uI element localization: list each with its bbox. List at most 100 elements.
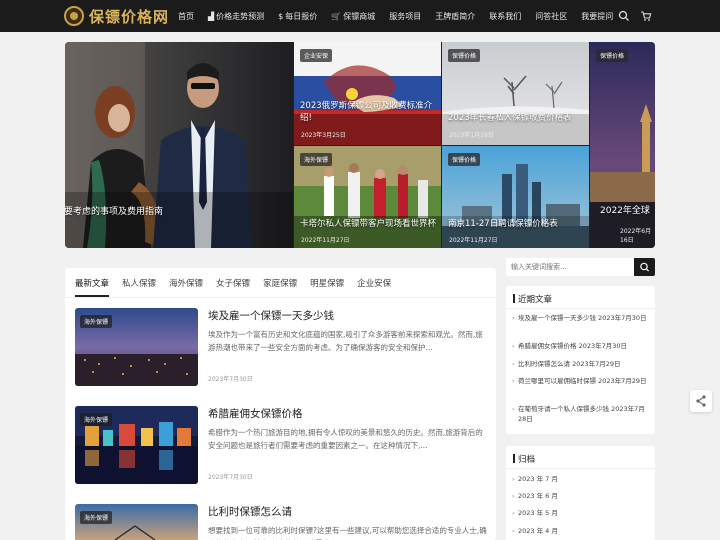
recent-post-link[interactable]: 荷兰哪里可以雇佣临时保镖 2023年7月29日 <box>512 376 648 386</box>
nav-item-price-trend[interactable]: ▟ 价格走势预测 <box>208 11 264 22</box>
slide-caption: 南京11-27日聘请保镖价格表 <box>448 219 558 229</box>
cart-icon: 🛒 <box>331 11 342 21</box>
article-thumbnail[interactable]: 海外保镖 <box>75 308 198 386</box>
article-thumbnail[interactable]: 海外保镖 <box>75 406 198 484</box>
archive-link[interactable]: 2023 年 7 月 <box>512 474 648 484</box>
logo-emblem-icon <box>64 6 84 26</box>
nav-item-about[interactable]: 王牌盾简介 <box>435 11 475 22</box>
slide-photo-city-night <box>590 42 655 248</box>
archive-link[interactable]: 2023 年 5 月 <box>512 508 648 518</box>
recent-post-link[interactable]: 比利时保镖怎么请 2023年7月29日 <box>512 359 648 369</box>
main-nav: 首页 ▟ 价格走势预测 $ 每日报价 🛒 保镖商城 服务项目 王牌盾简介 联系我们 问… <box>178 0 627 32</box>
share-icon <box>696 395 706 407</box>
nav-label: 保镖商城 <box>343 11 376 21</box>
article-date: 2023年7月30日 <box>208 474 253 481</box>
widget-divider <box>506 308 655 309</box>
archive-widget: 归档 2023 年 7 月 2023 年 6 月 2023 年 5 月 2023… <box>506 446 655 540</box>
nav-item-qa[interactable]: 问答社区 <box>535 11 567 22</box>
logo-text: 保镖价格网 <box>89 7 170 26</box>
article-tag[interactable]: 海外保镖 <box>80 511 113 524</box>
nav-label: 王牌盾简介 <box>435 11 476 21</box>
tab-overseas[interactable]: 海外保镖 <box>169 277 203 297</box>
article-excerpt: 希腊作为一个热门旅游目的地,拥有令人惊叹的美景和悠久的历史。然而,旅游背后的安全… <box>208 428 483 450</box>
slide-caption: 需要考虑的事项及费用指南 <box>65 207 164 217</box>
nav-item-contact[interactable]: 联系我们 <box>489 11 521 22</box>
article-item[interactable]: 海外保镖 埃及雇一个保镖一天多少钱 埃及作为一个富有历史和文化底蕴的国家,吸引了… <box>75 308 488 388</box>
article-item[interactable]: 海外保镖 希腊雇佣女保镖价格 希腊作为一个热门旅游目的地,拥有令人惊叹的美景和悠… <box>75 406 488 486</box>
slide-caption: 2023年长春私人保镖收费价格表 <box>448 113 572 123</box>
slide-tag: 保镖价格 <box>596 49 629 62</box>
widget-title: 近期文章 <box>512 294 553 305</box>
slider-tile[interactable]: 保镖价格 2023年长春私人保镖收费价格表 2023年1月19日 <box>442 42 589 145</box>
dollar-icon: $ <box>278 11 284 21</box>
recent-post-link[interactable]: 在葡萄牙请一个私人保镖多少钱 2023年7月28日 <box>512 404 648 424</box>
slide-caption: 2023俄罗斯保镖公司及收费标准介绍! <box>300 101 433 123</box>
recent-post-link[interactable]: 希腊雇佣女保镖价格 2023年7月30日 <box>512 341 648 351</box>
article-title[interactable]: 比利时保镖怎么请 <box>208 504 292 519</box>
slider-tile[interactable]: 保镖价格 2022年全球 2022年6月16日 <box>590 42 655 248</box>
slide-caption: 卡塔尔私人保镖带客户现场看世界杯 <box>300 219 437 229</box>
slide-caption: 2022年全球 <box>600 206 650 216</box>
slider-main-slide[interactable]: 需要考虑的事项及费用指南 <box>65 42 293 248</box>
chart-icon: ▟ <box>208 11 215 21</box>
widget-divider <box>506 468 655 469</box>
slide-date: 2023年3月25日 <box>301 132 346 139</box>
nav-item-daily-quote[interactable]: $ 每日报价 <box>278 11 317 22</box>
article-item[interactable]: 海外保镖 比利时保镖怎么请 想要找到一位可靠的比利时保镖?这里有一些建议,可以帮… <box>75 504 488 540</box>
nav-item-services[interactable]: 服务项目 <box>389 11 421 22</box>
archive-link[interactable]: 2023 年 6 月 <box>512 491 648 501</box>
slide-tag: 海外保镖 <box>300 153 333 166</box>
nav-label: 价格走势预测 <box>216 11 265 21</box>
tab-private[interactable]: 私人保镖 <box>122 277 156 297</box>
site-header: 保镖价格网 首页 ▟ 价格走势预测 $ 每日报价 🛒 保镖商城 服务项目 王牌盾简介 … <box>0 0 720 32</box>
tab-celebrity[interactable]: 明星保镖 <box>310 277 344 297</box>
article-excerpt: 埃及作为一个富有历史和文化底蕴的国家,吸引了众多游客前来探索和观光。然而,旅游热… <box>208 330 483 352</box>
article-date: 2023年7月30日 <box>208 376 253 383</box>
featured-slider: 需要考虑的事项及费用指南 企业安保 2023俄罗斯保镖公司及收费标准介绍! 20… <box>65 42 655 248</box>
recent-posts-widget: 近期文章 埃及雇一个保镖一天多少钱 2023年7月30日 希腊雇佣女保镖价格 2… <box>506 286 655 434</box>
tab-divider <box>65 297 496 298</box>
nav-item-ask[interactable]: 我要提问 <box>581 11 613 22</box>
slider-tile[interactable]: 企业安保 2023俄罗斯保镖公司及收费标准介绍! 2023年3月25日 <box>294 42 441 145</box>
nav-label: 联系我们 <box>489 11 522 21</box>
nav-label: 服务项目 <box>389 11 422 21</box>
slide-date: 2023年1月19日 <box>449 132 494 139</box>
tab-family[interactable]: 家庭保镖 <box>263 277 297 297</box>
recent-post-link[interactable]: 埃及雇一个保镖一天多少钱 2023年7月30日 <box>512 313 648 323</box>
search-box <box>506 258 655 276</box>
nav-label: 我要提问 <box>581 11 614 21</box>
archive-link[interactable]: 2023 年 4 月 <box>512 526 648 536</box>
article-tag[interactable]: 海外保镖 <box>80 413 113 426</box>
nav-label: 每日报价 <box>285 11 318 21</box>
widget-title: 归档 <box>512 454 536 465</box>
tab-female[interactable]: 女子保镖 <box>216 277 250 297</box>
nav-label: 首页 <box>178 11 194 21</box>
nav-item-shop[interactable]: 🛒 保镖商城 <box>331 11 375 22</box>
slide-date: 2022年11月27日 <box>449 237 498 244</box>
article-title[interactable]: 埃及雇一个保镖一天多少钱 <box>208 308 334 323</box>
cart-icon[interactable] <box>640 10 652 22</box>
article-excerpt: 想要找到一位可靠的比利时保镖?这里有一些建议,可以帮助您选择合适的专业人士,确保… <box>208 526 487 540</box>
search-input[interactable] <box>506 258 634 276</box>
article-title[interactable]: 希腊雇佣女保镖价格 <box>208 406 303 421</box>
slide-date: 2022年11月27日 <box>301 237 350 244</box>
nav-label: 问答社区 <box>535 11 568 21</box>
category-tabs: 最新文章 私人保镖 海外保镖 女子保镖 家庭保镖 明星保镖 企业安保 <box>75 277 404 297</box>
tab-corporate[interactable]: 企业安保 <box>357 277 391 297</box>
search-icon[interactable] <box>618 10 630 22</box>
article-tag[interactable]: 海外保镖 <box>80 315 113 328</box>
article-thumbnail[interactable]: 海外保镖 <box>75 504 198 540</box>
search-button[interactable] <box>634 258 655 276</box>
tab-latest[interactable]: 最新文章 <box>75 277 110 297</box>
slide-tag: 保镖价格 <box>448 153 481 166</box>
slide-tag: 保镖价格 <box>448 49 481 62</box>
slide-tag: 企业安保 <box>300 49 333 62</box>
slider-tile[interactable]: 海外保镖 卡塔尔私人保镖带客户现场看世界杯 2022年11月27日 <box>294 146 441 248</box>
slider-tile[interactable]: 保镖价格 南京11-27日聘请保镖价格表 2022年11月27日 <box>442 146 589 248</box>
site-logo[interactable]: 保镖价格网 <box>64 5 169 27</box>
search-icon <box>640 262 650 272</box>
slide-date: 2022年6月16日 <box>620 228 652 244</box>
share-button[interactable] <box>690 390 712 412</box>
nav-item-home[interactable]: 首页 <box>178 11 194 22</box>
article-list-panel: 最新文章 私人保镖 海外保镖 女子保镖 家庭保镖 明星保镖 企业安保 海外保镖 … <box>65 268 496 540</box>
